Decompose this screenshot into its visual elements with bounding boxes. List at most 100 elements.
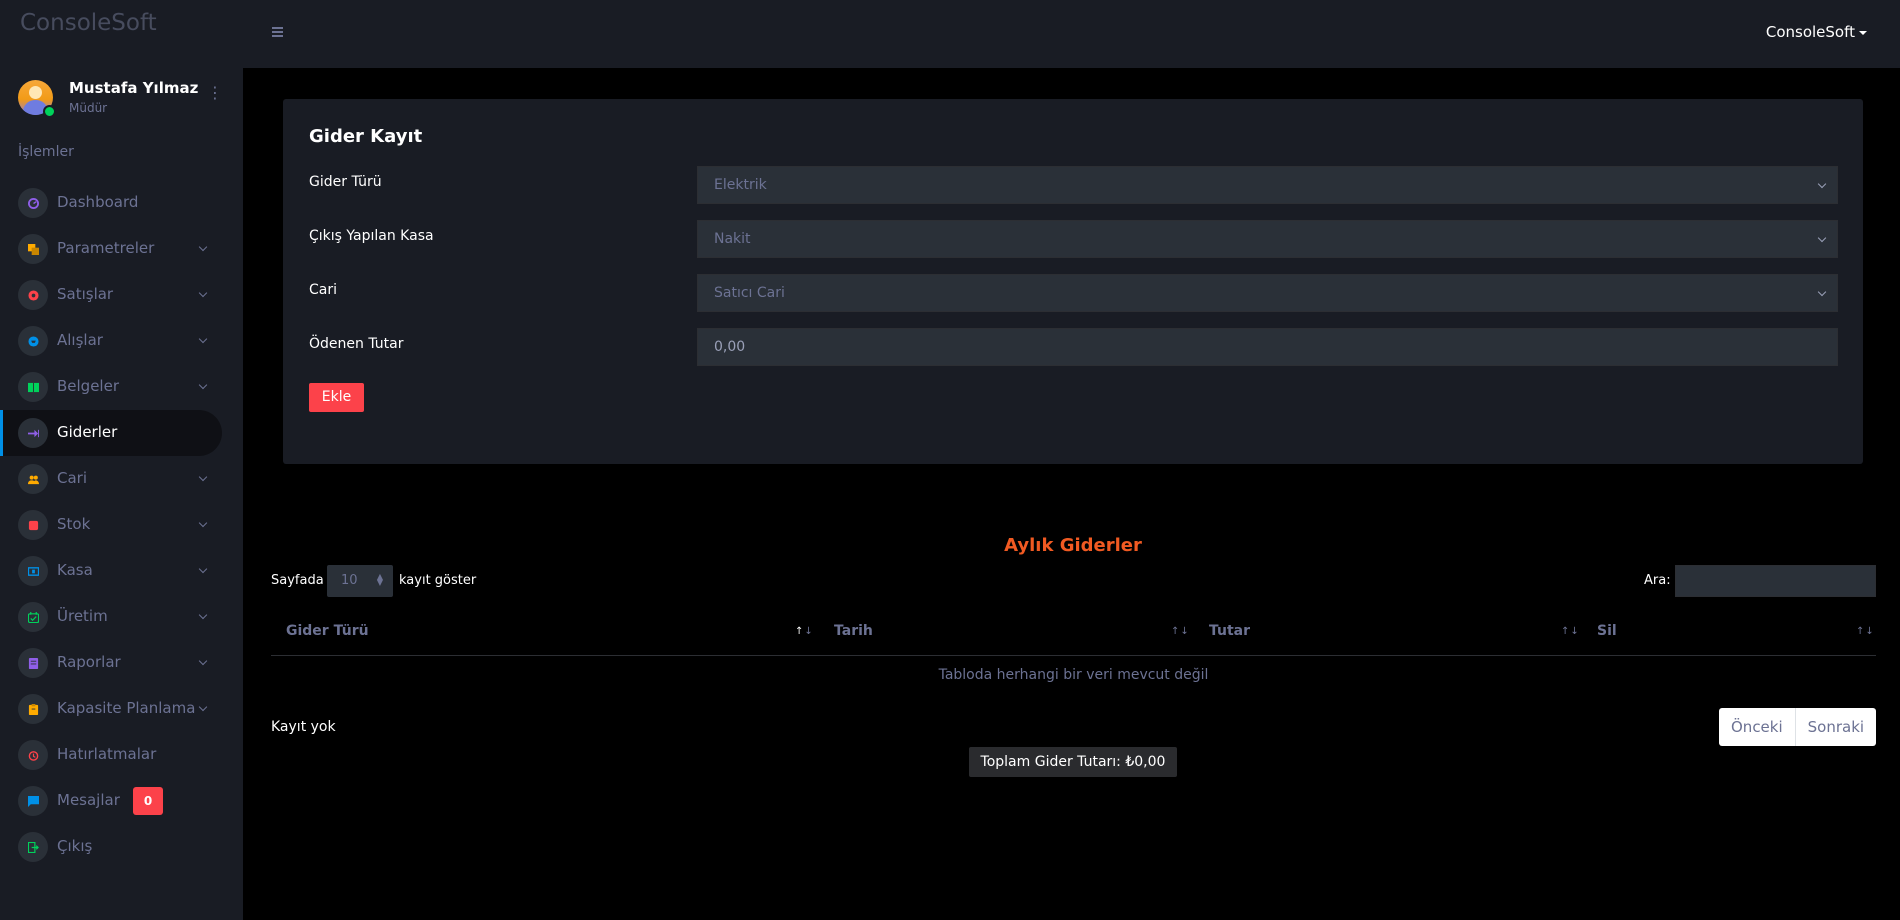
chevron-down-icon [198, 288, 208, 298]
topbar: ConsoleSoft [243, 0, 1900, 68]
table-title: Aylık Giderler [1004, 535, 1142, 556]
profile-role: Müdür [69, 101, 108, 115]
sidebar-item-cari[interactable]: Cari [0, 456, 243, 502]
alarm-icon [18, 740, 48, 770]
chevron-down-icon [198, 610, 208, 620]
message-count-badge: 0 [133, 787, 163, 815]
caret-down-icon [1859, 30, 1867, 35]
sidebar-item-label: Kasa [57, 561, 93, 579]
chevron-down-icon [198, 656, 208, 666]
sidebar-item-label: Alışlar [57, 331, 103, 349]
next-page-button[interactable]: Sonraki [1794, 708, 1876, 746]
chevron-down-icon [198, 702, 208, 712]
nav-section-label: İşlemler [18, 144, 74, 160]
account-value: Satıcı Cari [714, 285, 785, 301]
chevron-down-icon [198, 380, 208, 390]
page-length-select[interactable]: 10 ▲ ▼ [327, 565, 393, 597]
chevron-down-icon [198, 334, 208, 344]
sidebar-item-label: Mesajlar [57, 791, 120, 809]
page-length-prefix: Sayfada [271, 573, 324, 588]
speedometer-icon [18, 188, 48, 218]
sidebar-item-hatirlatmalar[interactable]: Hatırlatmalar [0, 732, 243, 778]
column-header-date[interactable]: Tarih [834, 623, 873, 639]
sidebar-item-raporlar[interactable]: Raporlar [0, 640, 243, 686]
search-label: Ara: [1644, 573, 1671, 588]
sidebar-item-parametreler[interactable]: Parametreler [0, 226, 243, 272]
paid-amount-value: 0,00 [714, 339, 746, 355]
chevron-down-icon [198, 472, 208, 482]
sidebar-item-label: Parametreler [57, 239, 155, 257]
sidebar-item-label: Hatırlatmalar [57, 745, 157, 763]
table-info: Kayıt yok [271, 719, 336, 735]
table-empty-row: Tabloda herhangi bir veri mevcut değil [938, 667, 1209, 683]
account-label: Cari [309, 282, 337, 298]
page-length-value: 10 [341, 573, 358, 588]
account-group-icon [18, 464, 48, 494]
profile-menu-icon[interactable]: ⋮ [207, 85, 223, 101]
sidebar-item-giderler[interactable]: Giderler [0, 410, 243, 456]
chevron-down-icon [1817, 233, 1827, 243]
sidebar-item-label: Belgeler [57, 377, 119, 395]
expense-type-select[interactable]: Elektrik [697, 166, 1838, 204]
column-header-amount[interactable]: Tutar [1209, 623, 1250, 639]
sidebar-item-label: Çıkış [57, 837, 93, 855]
cash-register-label: Çıkış Yapılan Kasa [309, 228, 434, 244]
paid-amount-input[interactable]: 0,00 [697, 328, 1838, 366]
sidebar-item-label: Satışlar [57, 285, 114, 303]
cash-icon [18, 556, 48, 586]
chevron-down-icon [1817, 179, 1827, 189]
sort-icon[interactable]: ↑↓ [1856, 626, 1875, 637]
sort-icon[interactable]: ↑↓ [795, 626, 814, 637]
sidebar-item-label: Kapasite Planlama [57, 699, 196, 717]
sidebar-item-label: Giderler [57, 423, 118, 441]
sidebar-item-alislar[interactable]: Alışlar [0, 318, 243, 364]
sidebar-item-kapasite-planlama[interactable]: Kapasite Planlama [0, 686, 243, 732]
pagination: Önceki Sonraki [1719, 708, 1877, 746]
sidebar-item-uretim[interactable]: Üretim [0, 594, 243, 640]
column-header-expense-type[interactable]: Gider Türü [286, 623, 369, 639]
column-header-delete[interactable]: Sil [1597, 623, 1617, 639]
chevron-down-icon [1817, 287, 1827, 297]
user-dropdown-label: ConsoleSoft [1765, 23, 1855, 41]
menu-toggle-icon[interactable] [272, 27, 283, 39]
file-chart-icon [18, 648, 48, 678]
cash-register-value: Nakit [714, 231, 751, 247]
add-button[interactable]: Ekle [309, 383, 364, 412]
previous-page-button[interactable]: Önceki [1719, 708, 1795, 746]
sidebar-item-label: Cari [57, 469, 87, 487]
profile-name: Mustafa Yılmaz [69, 79, 199, 97]
cash-register-select[interactable]: Nakit [697, 220, 1838, 258]
arrow-right-bold-icon [18, 418, 48, 448]
message-icon [18, 786, 48, 816]
search-input[interactable] [1675, 565, 1876, 597]
sidebar-item-belgeler[interactable]: Belgeler [0, 364, 243, 410]
expense-type-value: Elektrik [714, 177, 767, 193]
sort-arrows-icon: ▲ ▼ [376, 572, 383, 587]
sort-icon[interactable]: ↑↓ [1171, 626, 1190, 637]
sidebar-item-satislar[interactable]: Satışlar [0, 272, 243, 318]
sidebar-item-mesajlar[interactable]: Mesajlar 0 [0, 778, 243, 824]
sidebar-item-dashboard[interactable]: Dashboard [0, 180, 243, 226]
sidebar-item-cikis[interactable]: Çıkış [0, 824, 243, 870]
form-title: Gider Kayıt [309, 126, 423, 147]
chevron-down-icon [198, 518, 208, 528]
sort-icon[interactable]: ↑↓ [1561, 626, 1580, 637]
expense-type-label: Gider Türü [309, 174, 382, 190]
sidebar-nav: Dashboard Parametreler Satışlar Alışlar [0, 180, 243, 870]
paid-amount-label: Ödenen Tutar [309, 336, 404, 352]
book-icon [18, 372, 48, 402]
sidebar-item-label: Dashboard [57, 193, 139, 211]
brand-logo[interactable]: ConsoleSoft [20, 10, 157, 36]
sidebar-item-label: Stok [57, 515, 91, 533]
account-select[interactable]: Satıcı Cari [697, 274, 1838, 312]
expense-form-card: Gider Kayıt Gider Türü Elektrik Çıkış Ya… [283, 99, 1863, 464]
page-length-suffix: kayıt göster [399, 573, 477, 588]
chevron-down-icon [198, 564, 208, 574]
clipboard-icon [18, 694, 48, 724]
table-header: Gider Türü ↑↓ Tarih ↑↓ Tutar ↑↓ Sil ↑↓ [271, 611, 1876, 656]
layers-icon [18, 234, 48, 264]
cart-icon [18, 326, 48, 356]
user-dropdown[interactable]: ConsoleSoft [1766, 23, 1867, 41]
chevron-down-icon [198, 242, 208, 252]
profile: Mustafa Yılmaz Müdür ⋮ [18, 79, 228, 118]
